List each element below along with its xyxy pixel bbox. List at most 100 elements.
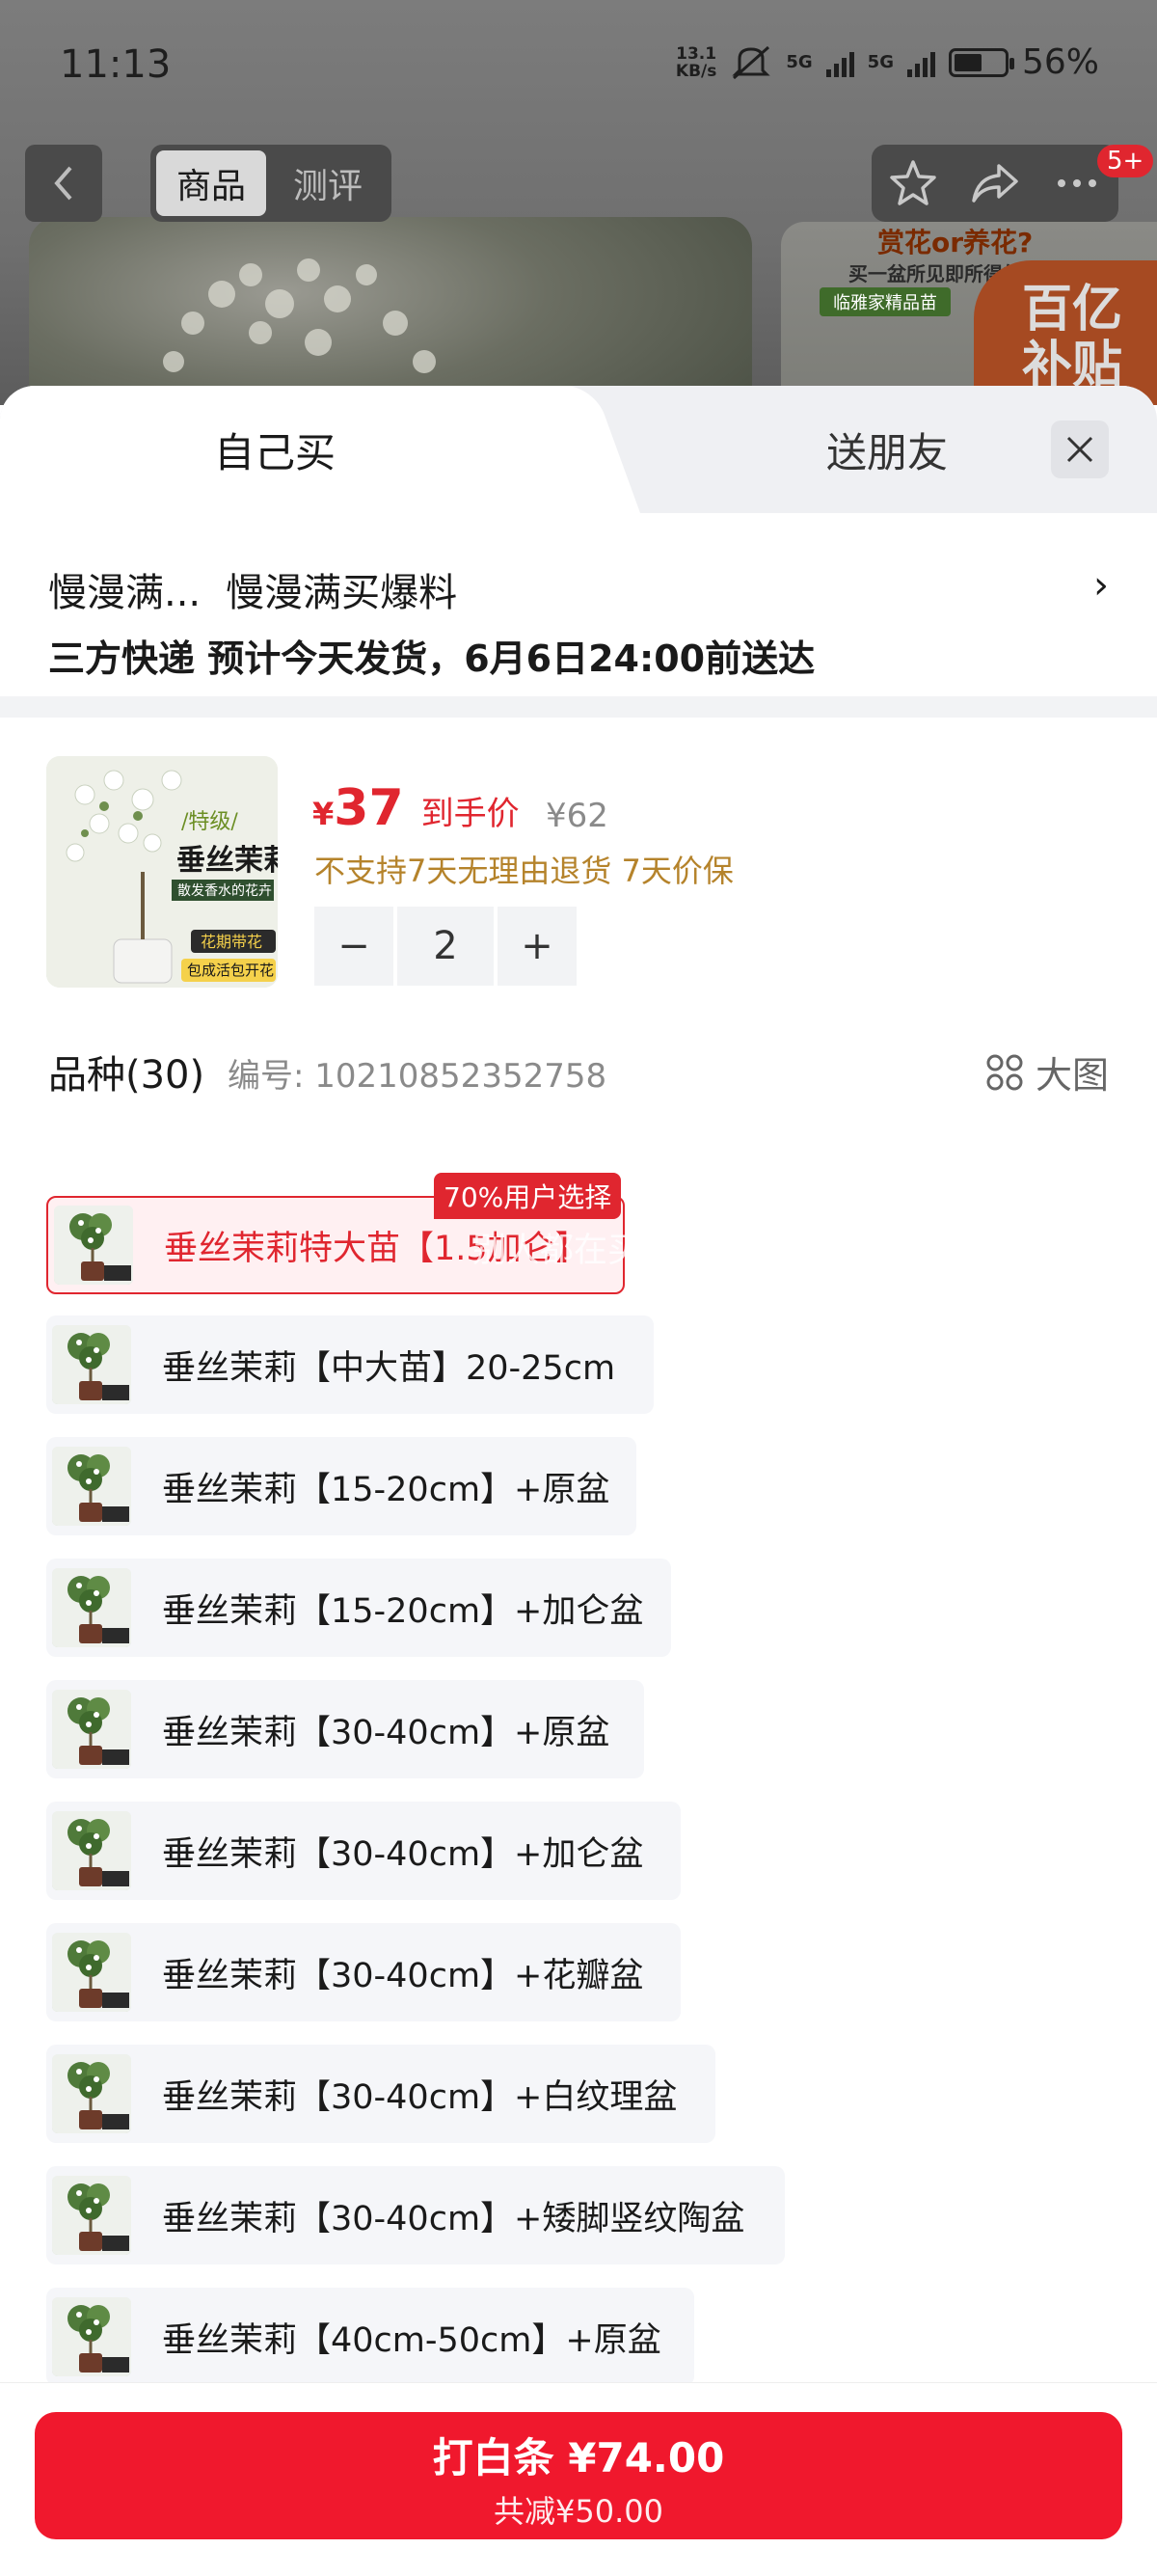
buy-mode-tabs: 自己买 送朋友 xyxy=(0,386,1157,513)
background-product-photo xyxy=(29,217,752,405)
variant-option[interactable]: 垂丝茉莉【30-40cm】+加仑盆 xyxy=(46,1802,681,1900)
signal-label-1: 5G xyxy=(786,52,813,72)
big-view-label: 大图 xyxy=(1035,1054,1109,1097)
thumb-tag-1: 花期带花 xyxy=(201,933,262,951)
variant-option[interactable]: 垂丝茉莉【30-40cm】+花瓣盆 xyxy=(46,1923,681,2021)
variant-label: 垂丝茉莉【15-20cm】+加仑盆 xyxy=(162,1591,644,1631)
battery-icon xyxy=(948,47,1014,77)
address-short: 慢漫满... xyxy=(48,571,202,615)
variant-label: 垂丝茉莉【30-40cm】+矮脚竖纹陶盆 xyxy=(162,2199,745,2238)
buy-button-label: 打白条 ¥74.00 xyxy=(432,2434,725,2481)
address-text: 慢漫满... 慢漫满买爆料 xyxy=(48,561,457,617)
variant-option[interactable]: 垂丝茉莉【15-20cm】+原盆 xyxy=(46,1437,636,1535)
variant-thumbnail xyxy=(52,1447,131,1526)
thumb-sub-1: /特级/ xyxy=(181,810,238,834)
more-icon[interactable] xyxy=(1052,158,1102,208)
variant-option[interactable]: 垂丝茉莉【中大苗】20-25cm xyxy=(46,1315,654,1414)
close-icon xyxy=(1066,436,1093,463)
variant-thumbnail xyxy=(52,1568,131,1647)
signal-bars-1-icon xyxy=(825,48,854,77)
variant-option[interactable]: 垂丝茉莉【30-40cm】+原盆 xyxy=(46,1680,644,1778)
chevron-right-icon: › xyxy=(1093,563,1109,608)
shipping-estimate: 三方快递 预计今天发货，6月6日24:00前送达 xyxy=(48,637,816,680)
top-actions xyxy=(872,145,1118,222)
promo-tag: 临雅家精品苗 xyxy=(820,287,951,316)
subsidy-line-1: 百亿 xyxy=(1022,281,1123,339)
chevron-left-icon xyxy=(54,166,72,201)
variant-thumbnail xyxy=(52,1690,131,1769)
page-tab-switch: 商品 测评 xyxy=(150,145,391,222)
variant-option[interactable]: 垂丝茉莉【30-40cm】+白纹理盆 xyxy=(46,2045,715,2143)
battery-percent: 56% xyxy=(1021,42,1099,82)
tab-review[interactable]: 测评 xyxy=(270,158,386,208)
tab-gift-friend[interactable]: 送朋友 xyxy=(694,386,1080,513)
thumb-title: 垂丝茉莉 xyxy=(176,844,278,878)
decrease-button[interactable]: − xyxy=(314,907,393,986)
variant-label: 垂丝茉莉【30-40cm】+加仑盆 xyxy=(162,1834,644,1874)
variant-thumbnail xyxy=(52,2297,131,2376)
footer-bar: 打白条 ¥74.00 共减¥50.00 xyxy=(0,2382,1157,2576)
original-price: ¥62 xyxy=(546,797,608,835)
back-button[interactable] xyxy=(25,145,102,222)
tab-buy-self-label: 自己买 xyxy=(213,428,336,476)
buy-button[interactable]: 打白条 ¥74.00 共减¥50.00 xyxy=(35,2412,1122,2539)
signal-bars-2-icon xyxy=(906,48,935,77)
thumb-tag-2: 包成活包开花 xyxy=(187,962,274,979)
message-badge: 5+ xyxy=(1097,145,1154,177)
address-row[interactable]: 慢漫满... 慢漫满买爆料 › 三方快递 预计今天发货，6月6日24:00前送达 xyxy=(0,513,1157,696)
status-bar: 11:13 13.1 KB/s 5G 5G 56% xyxy=(0,0,1157,135)
product-code: 编号: 10210852352758 xyxy=(228,1057,607,1096)
tab-goods[interactable]: 商品 xyxy=(156,150,266,216)
battery-fill xyxy=(954,53,982,71)
share-icon[interactable] xyxy=(970,158,1020,208)
price-tag: 到手价 xyxy=(420,795,520,833)
background-product-page: 赏花or养花? 买一盆所见即所得的 临雅家精品苗 百亿 补贴 11:13 13.… xyxy=(0,0,1157,405)
selected-overlay-text: 别人都在买 xyxy=(472,1232,642,1270)
variant-title: 品种(30) xyxy=(48,1053,205,1098)
variant-label: 垂丝茉莉【30-40cm】+白纹理盆 xyxy=(162,2077,678,2117)
variant-thumbnail xyxy=(52,1811,131,1890)
variant-thumbnail xyxy=(52,1325,131,1404)
variant-option[interactable]: 垂丝茉莉【15-20cm】+加仑盆 xyxy=(46,1559,671,1657)
grid-icon xyxy=(986,1054,1023,1090)
variant-thumbnail xyxy=(54,1206,133,1285)
variant-label: 垂丝茉莉【40cm-50cm】+原盆 xyxy=(162,2320,661,2360)
variant-option[interactable]: 垂丝茉莉特大苗【1.5加仑】 70%用户选择 别人都在买 xyxy=(46,1173,641,1294)
status-icons: 13.1 KB/s 5G 5G 56% xyxy=(676,42,1099,82)
star-icon[interactable] xyxy=(888,158,938,208)
variant-label: 垂丝茉莉【中大苗】20-25cm xyxy=(162,1348,616,1388)
buy-button-discount: 共减¥50.00 xyxy=(494,2493,663,2530)
product-thumbnail[interactable]: /特级/ 垂丝茉莉 散发香水的花卉 花期带花 包成活包开花 xyxy=(46,756,278,988)
promo-title: 赏花or养花? xyxy=(877,227,1034,258)
variant-thumbnail xyxy=(52,1933,131,2012)
product-thumbnail-art: /特级/ 垂丝茉莉 散发香水的花卉 花期带花 包成活包开花 xyxy=(46,756,278,988)
section-divider xyxy=(0,696,1157,718)
variant-option[interactable]: 垂丝茉莉【30-40cm】+矮脚竖纹陶盆 xyxy=(46,2166,785,2264)
price-value: 37 xyxy=(334,779,404,837)
mute-icon xyxy=(732,45,770,79)
network-speed-unit: KB/s xyxy=(675,61,717,81)
tab-buy-self[interactable]: 自己买 xyxy=(0,386,588,513)
network-speed: 13.1 KB/s xyxy=(676,45,716,80)
variant-label: 垂丝茉莉【30-40cm】+花瓣盆 xyxy=(162,1956,644,1995)
close-button[interactable] xyxy=(1051,420,1109,478)
variant-label: 垂丝茉莉【15-20cm】+原盆 xyxy=(162,1470,610,1509)
variant-thumbnail xyxy=(52,2054,131,2133)
address-label: 慢漫满买爆料 xyxy=(226,571,458,615)
network-speed-value: 13.1 xyxy=(676,43,717,64)
thumb-sub-2: 散发香水的花卉 xyxy=(177,883,272,899)
price-currency: ¥ xyxy=(312,796,335,832)
popular-choice-badge: 70%用户选择 xyxy=(434,1173,622,1219)
big-view-button[interactable]: 大图 xyxy=(985,1045,1109,1098)
variant-thumbnail xyxy=(52,2176,131,2255)
final-price: ¥ 37 到手价 xyxy=(312,779,520,837)
variant-label: 垂丝茉莉【30-40cm】+原盆 xyxy=(162,1713,610,1752)
increase-button[interactable]: + xyxy=(498,907,577,986)
quantity-value[interactable]: 2 xyxy=(397,907,494,986)
variant-option[interactable]: 垂丝茉莉【40cm-50cm】+原盆 xyxy=(46,2288,694,2386)
signal-label-2: 5G xyxy=(867,52,894,72)
return-policy: 不支持7天无理由退货 7天价保 xyxy=(314,853,734,889)
variant-header: 品种(30) 编号: 10210852352758 大图 xyxy=(0,997,1157,1113)
quantity-stepper: − 2 + xyxy=(314,907,577,986)
status-time: 11:13 xyxy=(60,42,172,87)
